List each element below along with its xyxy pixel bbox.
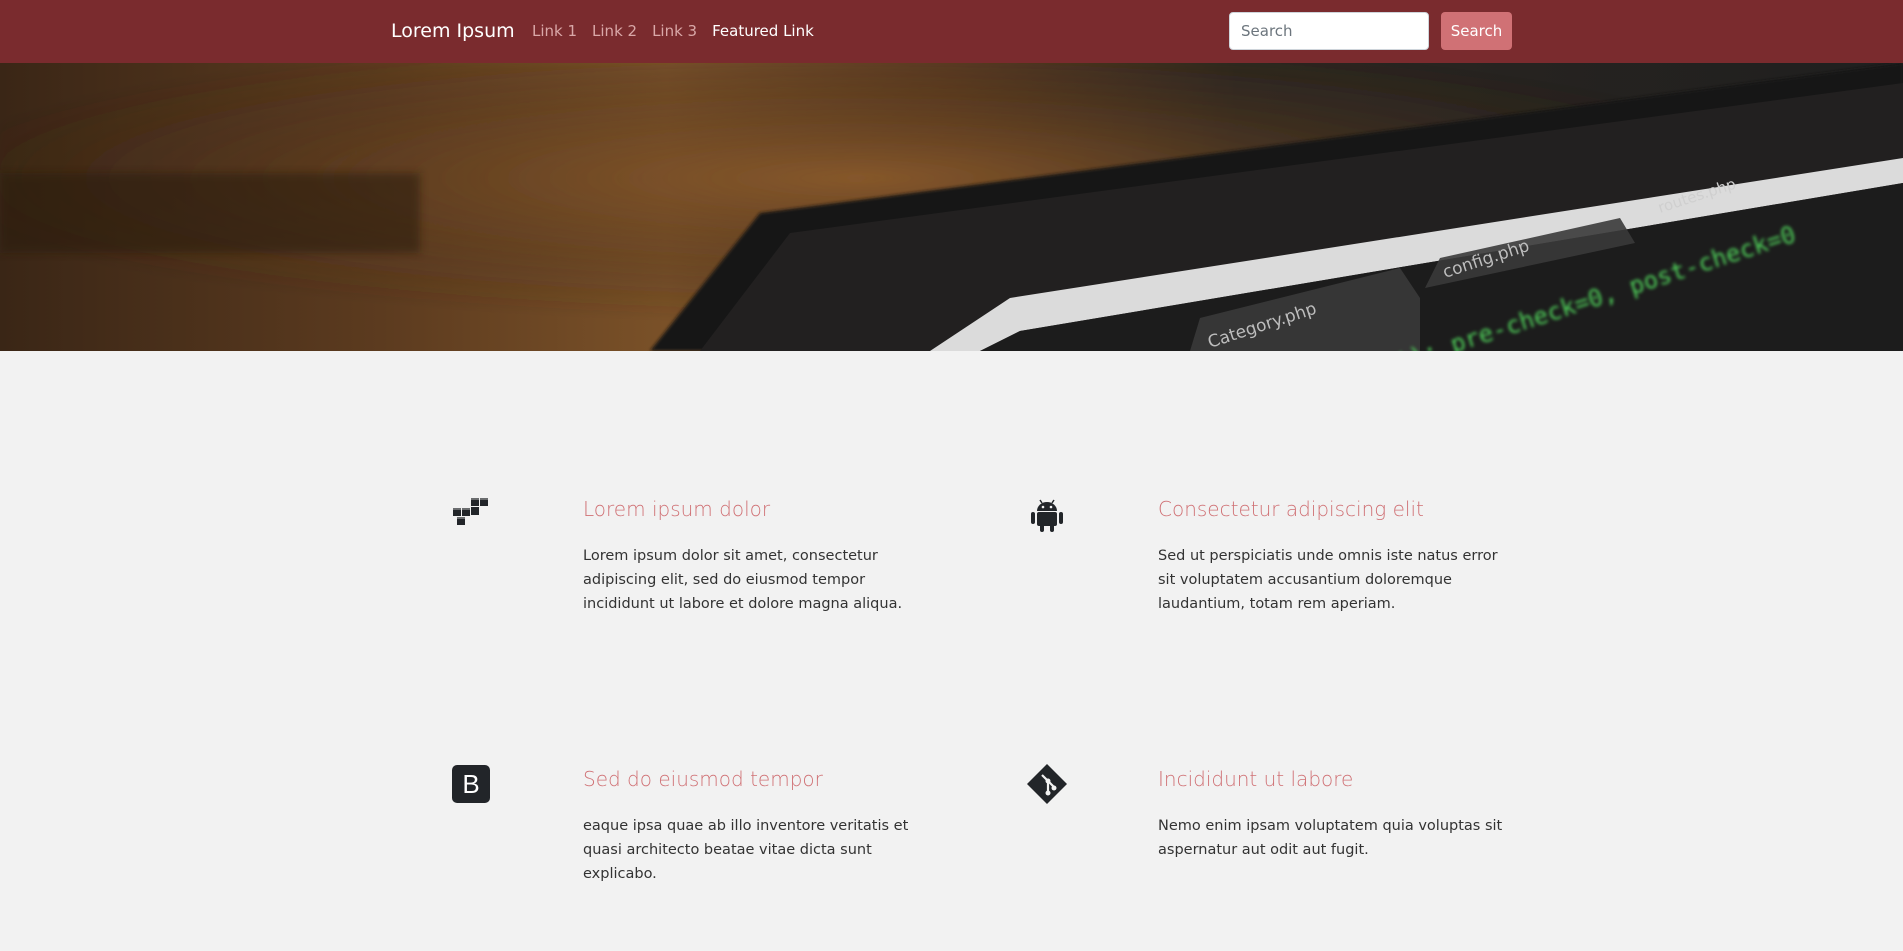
cubes-icon — [453, 498, 488, 525]
feature-title: Incididunt ut labore — [1158, 767, 1354, 791]
search-button[interactable]: Search — [1441, 12, 1512, 50]
bootstrap-icon: B — [452, 765, 490, 803]
nav-links: Link 1 Link 2 Link 3 Featured Link — [532, 21, 814, 41]
navbar: Lorem Ipsum Link 1 Link 2 Link 3 Feature… — [0, 0, 1903, 63]
feature-text: Sed ut perspiciatis unde omnis iste natu… — [1158, 548, 1498, 612]
feature-text: Nemo enim ipsam voluptatem quia voluptas… — [1158, 818, 1503, 858]
search-input[interactable] — [1229, 12, 1429, 50]
nav-link-1[interactable]: Link 1 — [532, 21, 577, 41]
nav-link-3[interactable]: Link 3 — [652, 21, 697, 41]
feature-text: eaque ipsa quae ab illo inventore verita… — [583, 818, 909, 882]
android-icon — [1031, 499, 1063, 532]
nav-link-2[interactable]: Link 2 — [592, 21, 637, 41]
feature-text: Lorem ipsum dolor sit amet, consectetur … — [583, 548, 903, 612]
hero-illustration: Category.php config.php routes.php bytes… — [0, 63, 1903, 351]
feature-title: Sed do eiusmod tempor — [583, 767, 823, 791]
brand-logo[interactable]: Lorem Ipsum — [391, 19, 515, 43]
feature-title: Lorem ipsum dolor — [583, 497, 771, 521]
svg-text:B: B — [462, 769, 479, 799]
feature-title: Consectetur adipiscing elit — [1158, 497, 1424, 521]
nav-link-featured[interactable]: Featured Link — [712, 21, 814, 41]
hero-image: Category.php config.php routes.php bytes… — [0, 63, 1903, 351]
git-icon — [1027, 764, 1067, 804]
